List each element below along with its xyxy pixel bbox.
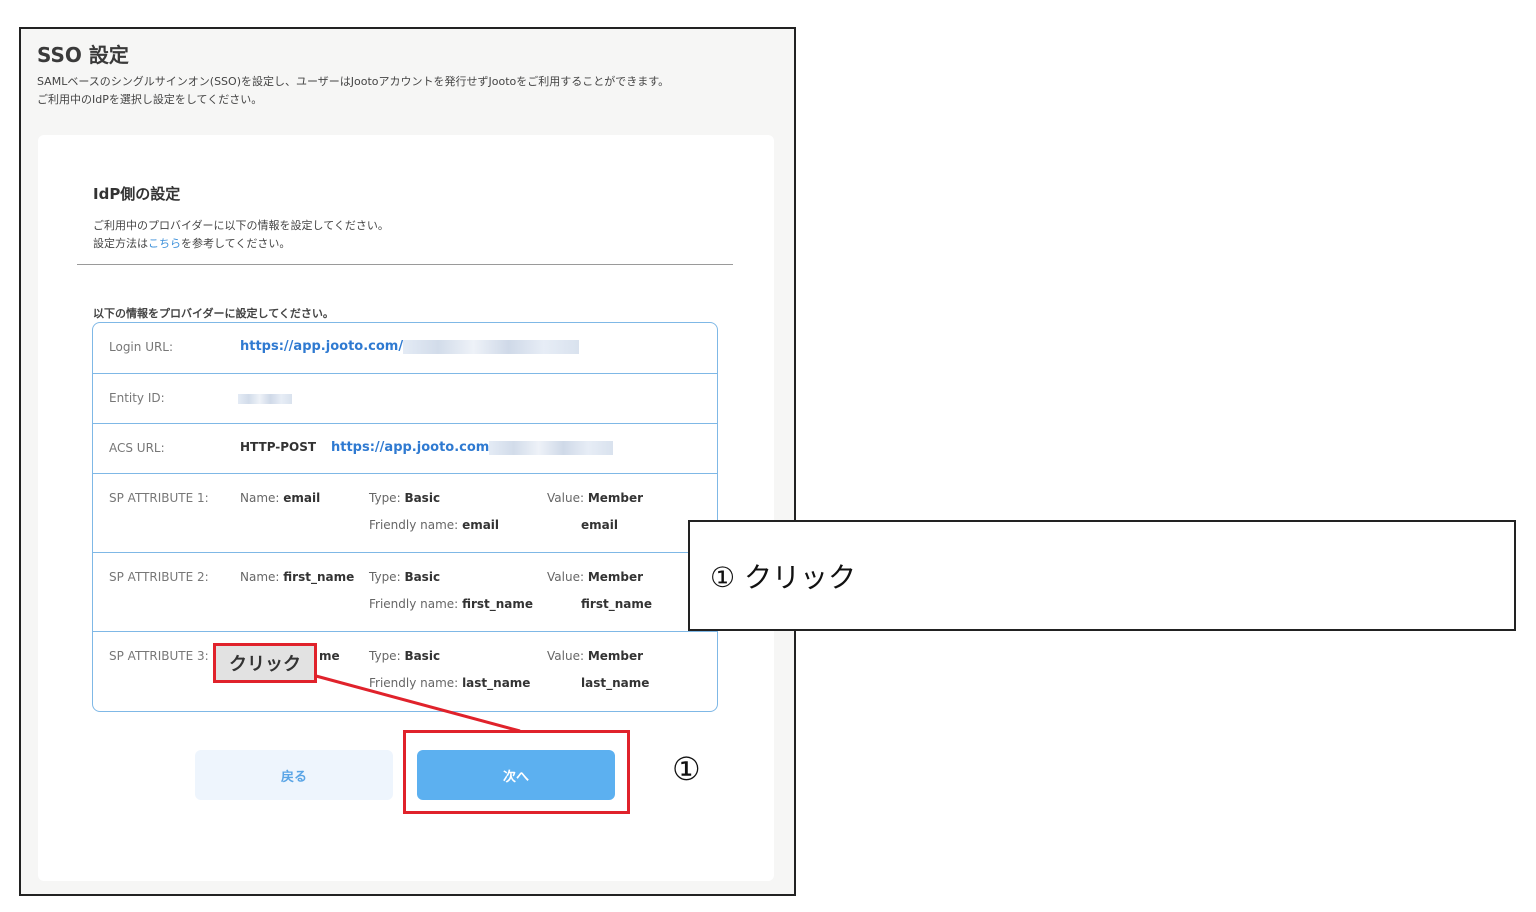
- instruction-text: ① クリック: [710, 561, 857, 594]
- next-button-highlight: [403, 730, 630, 814]
- callout-connector-line: [315, 674, 521, 733]
- callout-connector: [315, 674, 521, 733]
- instruction-box: ① クリック: [688, 520, 1516, 631]
- step-number: ①: [672, 750, 701, 788]
- click-callout: クリック: [213, 643, 317, 683]
